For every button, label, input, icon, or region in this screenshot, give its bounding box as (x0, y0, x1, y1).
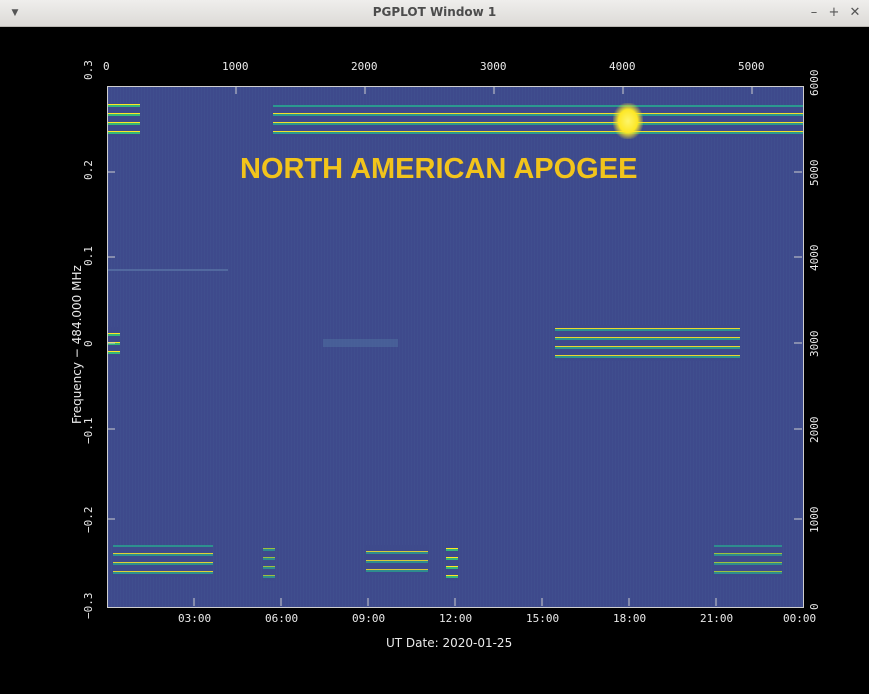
top-tick-label: 2000 (351, 60, 378, 73)
left-tick-label: 0.3 (82, 60, 95, 80)
bottom-tick-label: 21:00 (700, 612, 734, 625)
right-tick-label: 1000 (808, 506, 821, 534)
left-tick-label: −0.3 (82, 592, 95, 620)
bottom-tick-label: 12:00 (439, 612, 473, 625)
left-tick-label: 0.1 (82, 246, 95, 266)
right-tick-label: 6000 (808, 69, 821, 97)
right-tick-label: 3000 (808, 330, 821, 358)
right-tick-label: 5000 (808, 159, 821, 187)
bottom-tick-label: 06:00 (265, 612, 299, 625)
x-axis-title: UT Date: 2020-01-25 (386, 636, 513, 650)
left-tick-label: −0.2 (82, 506, 95, 534)
axis-ticks (107, 86, 802, 606)
right-tick-label: 2000 (808, 416, 821, 444)
top-tick-label: 3000 (480, 60, 507, 73)
right-tick-label: 0 (808, 603, 821, 610)
top-tick-label: 4000 (609, 60, 636, 73)
right-tick-label: 4000 (808, 244, 821, 272)
top-tick-label: 5000 (738, 60, 765, 73)
pgplot-window: ▼ PGPLOT Window 1 – + ✕ NORTH AMERICAN A… (0, 0, 869, 694)
left-tick-label: 0.2 (82, 160, 95, 180)
bottom-tick-label: 18:00 (613, 612, 647, 625)
top-tick-label: 1000 (222, 60, 249, 73)
y-axis-title: Frequency − 484.000 MHz (70, 265, 84, 424)
top-tick-label: 0 (103, 60, 110, 73)
apogee-caption: NORTH AMERICAN APOGEE (240, 153, 638, 185)
bottom-tick-label: 00:00 (783, 612, 817, 625)
bottom-tick-label: 03:00 (178, 612, 212, 625)
bottom-tick-label: 15:00 (526, 612, 560, 625)
bottom-tick-label: 09:00 (352, 612, 386, 625)
